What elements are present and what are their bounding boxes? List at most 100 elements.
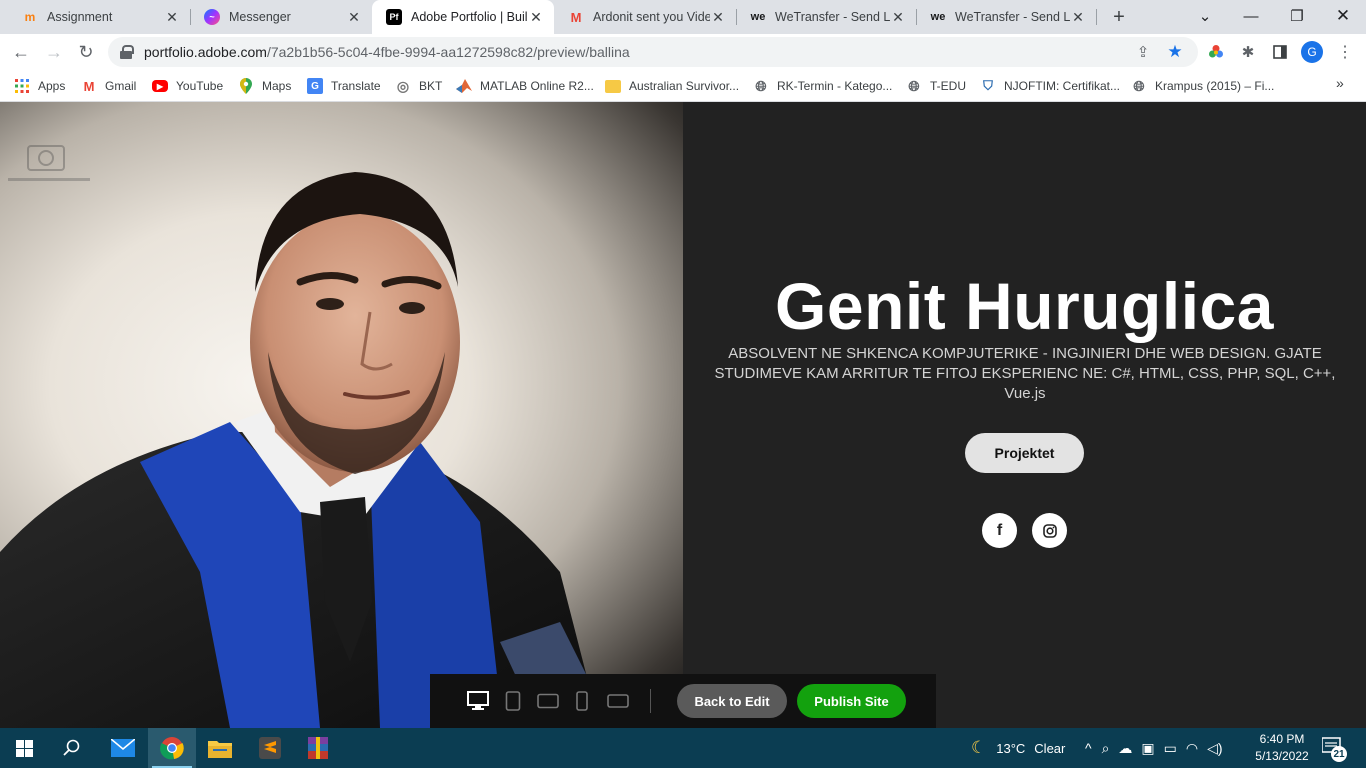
tab-search-chevron-icon[interactable]: ⌄ (1182, 0, 1228, 32)
windows-start-icon[interactable] (0, 728, 48, 768)
notification-count-badge: 21 (1331, 746, 1347, 762)
tab-title: Adobe Portfolio | Build (411, 10, 528, 24)
tab-title: WeTransfer - Send Lar (775, 10, 890, 24)
apps-grid-icon (14, 78, 30, 94)
messenger-icon: ~ (204, 9, 220, 25)
tab-assignment[interactable]: m Assignment ✕ (8, 0, 190, 34)
file-explorer-icon[interactable] (196, 728, 244, 768)
address-bar[interactable]: portfolio.adobe.com/7a2b1b56-5c04-4fbe-9… (108, 37, 1198, 67)
close-tab-icon[interactable]: ✕ (890, 9, 906, 25)
display-icon[interactable]: ▣ (1141, 740, 1154, 757)
bookmark-label: Apps (38, 79, 66, 93)
weather-desc: Clear (1034, 740, 1066, 756)
bookmark-rk-termin[interactable]: 🌐︎ RK-Termin - Katego... (753, 76, 892, 96)
onedrive-icon[interactable]: ☁ (1118, 740, 1132, 757)
battery-icon[interactable]: ▭ (1164, 740, 1177, 757)
meet-now-icon[interactable]: ⌕ (1102, 740, 1110, 757)
volume-icon[interactable]: ◁) (1207, 740, 1222, 757)
bookmark-krampus[interactable]: 🌐︎ Krampus (2015) – Fi... (1131, 76, 1274, 96)
bookmark-label: Gmail (105, 79, 137, 93)
publish-site-button[interactable]: Publish Site (797, 684, 906, 718)
tab-gmail[interactable]: M Ardonit sent you Vide ✕ (554, 0, 736, 34)
menu-kebab-icon[interactable]: ⋮ (1334, 41, 1356, 63)
translate-icon: G (307, 78, 323, 94)
close-tab-icon[interactable]: ✕ (164, 9, 180, 25)
tablet-landscape-icon[interactable] (537, 690, 559, 712)
bookmark-t-edu[interactable]: 🌐︎ T-EDU (906, 76, 966, 96)
close-tab-icon[interactable]: ✕ (528, 9, 544, 25)
moon-icon: ☾ (971, 738, 987, 757)
bookmark-label: Krampus (2015) – Fi... (1155, 79, 1275, 93)
portrait-illustration (0, 145, 600, 728)
extensions-puzzle-icon[interactable]: ✱ (1237, 41, 1259, 63)
bookmark-apps[interactable]: Apps (14, 76, 65, 96)
tab-title: Ardonit sent you Vide (593, 10, 710, 24)
url-path: /7a2b1b56-5c04-4fbe-9994-aa1272598c82/pr… (266, 44, 630, 60)
bookmark-label: YouTube (176, 79, 224, 93)
weather-widget[interactable]: ☾ 13°C Clear (971, 728, 1065, 768)
new-tab-button[interactable]: + (1108, 6, 1130, 28)
back-arrow-icon[interactable]: ← (9, 40, 33, 64)
tab-messenger[interactable]: ~ Messenger ✕ (190, 0, 372, 34)
close-tab-icon[interactable]: ✕ (710, 9, 726, 25)
bookmark-matlab[interactable]: MATLAB Online R2... (456, 76, 594, 96)
minimize-button[interactable]: — (1228, 0, 1274, 32)
bookmark-maps[interactable]: Maps (238, 76, 291, 96)
projects-button[interactable]: Projektet (965, 433, 1084, 473)
close-tab-icon[interactable]: ✕ (346, 9, 362, 25)
chrome-taskbar-icon[interactable] (148, 728, 196, 768)
taskbar-clock[interactable]: 6:40 PM 5/13/2022 (1250, 731, 1314, 765)
close-tab-icon[interactable]: ✕ (1070, 9, 1086, 25)
phone-landscape-icon[interactable] (607, 690, 629, 712)
lock-icon[interactable] (120, 45, 134, 59)
profile-avatar[interactable]: G (1301, 41, 1323, 63)
folder-icon (605, 79, 621, 93)
bookmark-youtube[interactable]: ▶ YouTube (152, 76, 223, 96)
tab-wetransfer-1[interactable]: we WeTransfer - Send Lar ✕ (736, 0, 916, 34)
bookmark-njoftim[interactable]: ⛉ NJOFTIM: Certifikat... (980, 76, 1120, 96)
phone-portrait-icon[interactable] (576, 690, 588, 712)
restore-button[interactable]: ❐ (1274, 0, 1320, 32)
bookmark-australian-survivor[interactable]: Australian Survivor... (605, 76, 739, 96)
color-extension-icon[interactable] (1205, 41, 1227, 63)
search-icon[interactable] (48, 728, 96, 768)
close-window-button[interactable]: ✕ (1320, 0, 1366, 32)
notification-center-icon[interactable]: 21 (1321, 737, 1347, 762)
side-panel-icon[interactable] (1269, 41, 1291, 63)
bookmark-gmail[interactable]: M Gmail (81, 76, 137, 96)
hero-description: ABSOLVENT NE SHKENCA KOMPJUTERIKE - INGJ… (714, 345, 1336, 402)
facebook-icon[interactable]: f (982, 513, 1017, 548)
shield-icon: ⛉ (983, 78, 993, 93)
tab-wetransfer-2[interactable]: we WeTransfer - Send Lar ✕ (916, 0, 1096, 34)
bookmark-label: Maps (262, 79, 292, 93)
desktop-icon[interactable] (467, 690, 489, 712)
hero-photo (0, 102, 683, 728)
tablet-portrait-icon[interactable] (505, 690, 521, 712)
instagram-icon[interactable] (1032, 513, 1067, 548)
bookmark-bkt[interactable]: ◎ BKT (395, 76, 442, 96)
reload-icon[interactable]: ↻ (74, 40, 98, 64)
bookmark-label: RK-Termin - Katego... (777, 79, 893, 93)
chevron-up-icon[interactable]: ^ (1085, 740, 1092, 756)
share-icon[interactable]: ⇪ (1134, 43, 1152, 61)
sublime-text-icon[interactable] (246, 728, 294, 768)
hero-name-heading: Genit Huruglica (775, 269, 1274, 343)
gmail-icon: M (83, 78, 95, 94)
bookmark-star-icon[interactable]: ★ (1166, 42, 1184, 61)
browser-toolbar: ← → ↻ portfolio.adobe.com/7a2b1b56-5c04-… (0, 34, 1366, 70)
url-text: portfolio.adobe.com/7a2b1b56-5c04-4fbe-9… (144, 44, 630, 60)
bookmarks-bar: Apps M Gmail ▶ YouTube Maps G Translate … (0, 70, 1366, 102)
wifi-icon[interactable]: ◠ (1186, 740, 1198, 757)
winrar-icon[interactable] (294, 728, 342, 768)
url-host: portfolio.adobe.com (144, 44, 267, 60)
weather-temp: 13°C (996, 740, 1026, 756)
mail-app-icon[interactable] (99, 728, 147, 768)
back-to-edit-button[interactable]: Back to Edit (677, 684, 787, 718)
tab-title: Messenger (229, 10, 291, 24)
forward-arrow-icon[interactable]: → (42, 40, 66, 64)
clock-date: 5/13/2022 (1255, 749, 1309, 763)
bookmark-translate[interactable]: G Translate (307, 76, 381, 96)
portfolio-preview-page: Genit Huruglica ABSOLVENT NE SHKENCA KOM… (0, 102, 1366, 728)
tab-adobe-portfolio[interactable]: Pf Adobe Portfolio | Build ✕ (372, 0, 554, 34)
more-bookmarks-chevron[interactable]: » (1336, 75, 1344, 91)
